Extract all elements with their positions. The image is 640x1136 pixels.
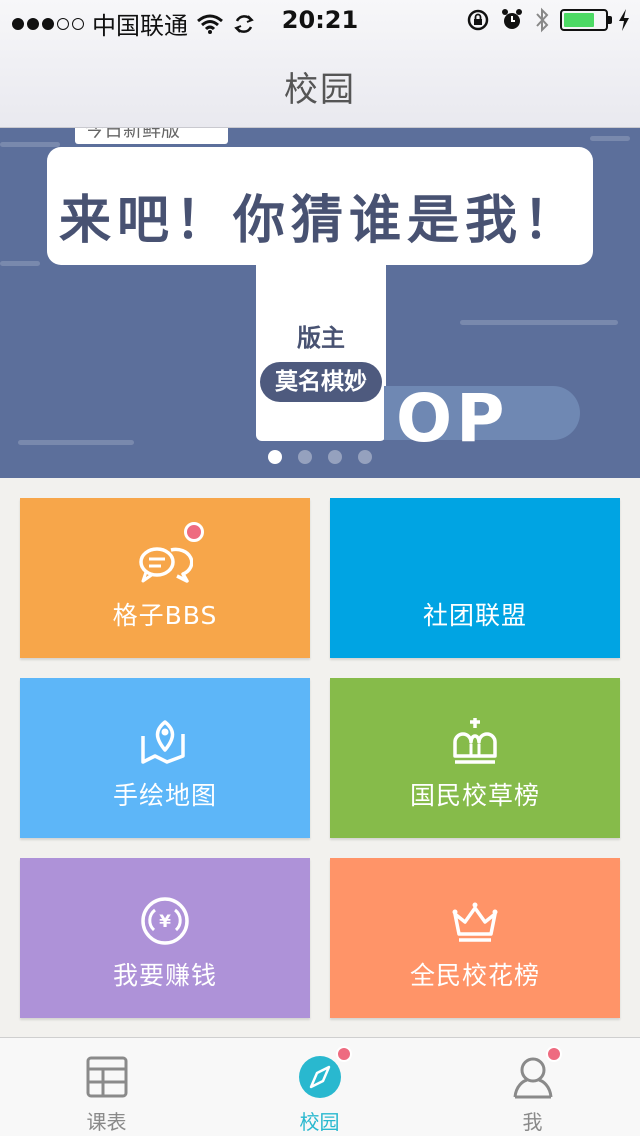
tab-me[interactable]: 我 [426,1038,639,1136]
yen-coin-icon: ¥ [141,897,189,945]
tab-campus[interactable]: 校园 [213,1038,426,1136]
banner-carousel[interactable]: 今日新鲜版 来吧！你猜谁是我！ 版主 莫名棋妙 OP [0,128,640,478]
tile-label: 手绘地图 [112,781,217,810]
tile-label: 社团联盟 [422,601,527,630]
moderator-label: 版主 [297,324,345,352]
notification-badge [336,1046,352,1062]
banner-streak [590,136,630,141]
status-icons [466,7,630,33]
compass-icon [298,1056,341,1098]
svg-text:¥: ¥ [159,912,171,932]
battery-icon [560,9,612,31]
top-bar: 中国联通 20:21 校园 [0,0,640,128]
banner-headline: 来吧！你猜谁是我！ [58,191,581,251]
grid-table-icon [86,1056,127,1098]
tile-school-grass-ranking[interactable]: 国民校草榜 [330,678,620,838]
status-bar: 中国联通 20:21 [0,0,640,40]
page-title: 校园 [284,70,356,110]
alarm-icon [502,9,522,29]
notification-badge [546,1046,562,1062]
tab-label: 校园 [299,1110,340,1134]
charging-bolt-icon [619,9,629,31]
banner-top-tag: 今日新鲜版 [75,128,228,144]
tile-label: 国民校草榜 [409,781,540,810]
pager-dot-3[interactable] [328,450,342,464]
moderator-name: 莫名棋妙 [260,362,382,402]
pager-dot-2[interactable] [298,450,312,464]
banner-streak [18,440,134,445]
carousel-pager[interactable] [0,450,640,464]
banner-streak [460,320,618,325]
tile-earn-money[interactable]: ¥ 我要赚钱 [20,858,310,1018]
tab-bar: 课表 校园 我 [0,1037,640,1136]
tile-map[interactable]: 手绘地图 [20,678,310,838]
tab-schedule[interactable]: 课表 [0,1038,213,1136]
pager-dot-1[interactable] [268,450,282,464]
person-icon [513,1057,552,1099]
tile-label: 格子BBS [112,601,218,630]
rotation-lock-icon [467,9,489,31]
map-pin-icon [141,720,185,764]
crown-icon [452,902,498,942]
banner-streak [0,142,60,147]
banner-streak [0,261,40,266]
tab-label: 课表 [86,1110,127,1134]
tile-label: 我要赚钱 [112,961,217,990]
tile-school-flower-ranking[interactable]: 全民校花榜 [330,858,620,1018]
top-text: OP [396,380,509,457]
tile-bbs[interactable]: 格子BBS [20,498,310,658]
pager-dot-4[interactable] [358,450,372,464]
tile-clubs[interactable]: 社团联盟 [330,498,620,658]
notification-badge [184,522,204,542]
chat-bubbles-icon [139,547,193,583]
tab-label: 我 [522,1110,543,1134]
tile-label: 全民校花榜 [409,961,540,990]
crown-cross-icon [453,718,497,764]
bluetooth-icon [536,7,549,33]
